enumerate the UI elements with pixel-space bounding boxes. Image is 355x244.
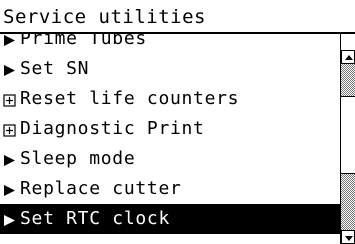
arrow-right-icon (3, 34, 16, 46)
menu-item-label: Sleep mode (20, 148, 136, 169)
scroll-track[interactable] (341, 64, 355, 96)
scroll-down-button[interactable] (341, 230, 355, 244)
menu-list: Prime Tubes Set SN Reset life counters D… (0, 34, 340, 234)
title-bar: Service utilities (0, 0, 355, 34)
boxed-plus-icon (3, 122, 16, 137)
arrow-right-icon (3, 182, 16, 196)
page-title: Service utilities (3, 6, 206, 28)
menu-item-set-sn[interactable]: Set SN (0, 54, 340, 84)
menu-item-replace-cutter[interactable]: Replace cutter (0, 174, 340, 204)
menu-item-reset-life-counters[interactable]: Reset life counters (0, 84, 340, 114)
vertical-scrollbar[interactable] (340, 34, 355, 244)
menu-item-sleep-mode[interactable]: Sleep mode (0, 144, 340, 174)
scroll-thumb[interactable] (341, 96, 355, 174)
menu-item-prime-tubes[interactable]: Prime Tubes (0, 34, 340, 54)
scroll-up-arrow-icon (345, 55, 353, 60)
arrow-right-icon (3, 62, 16, 76)
menu-item-label: Set RTC clock (20, 208, 170, 229)
arrow-right-icon (3, 152, 16, 166)
arrow-right-icon (3, 212, 16, 226)
scroll-down-arrow-icon (345, 236, 353, 241)
scroll-track[interactable] (341, 174, 355, 230)
menu-item-set-rtc-clock[interactable]: Set RTC clock (0, 204, 340, 234)
menu-item-label: Diagnostic Print (20, 118, 205, 139)
scroll-up-button[interactable] (341, 50, 355, 64)
menu-item-diagnostic-print[interactable]: Diagnostic Print (0, 114, 340, 144)
service-utilities-screen: Service utilities Prime Tubes Set SN Res… (0, 0, 355, 244)
menu-item-label: Set SN (20, 58, 90, 79)
menu-item-label: Prime Tubes (20, 34, 147, 49)
menu-list-viewport: Prime Tubes Set SN Reset life counters D… (0, 34, 340, 244)
menu-item-label: Replace cutter (20, 178, 182, 199)
boxed-plus-icon (3, 92, 16, 107)
menu-item-label: Reset life counters (20, 88, 240, 109)
